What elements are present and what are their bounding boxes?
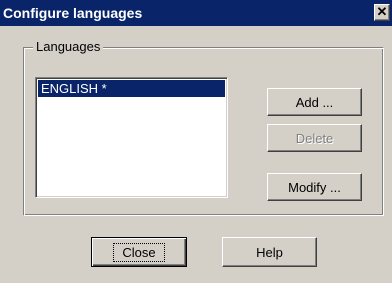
delete-button[interactable]: Delete [267,124,362,152]
add-button[interactable]: Add ... [267,88,362,116]
languages-group-label: Languages [33,40,104,54]
close-button[interactable]: Close [91,237,187,267]
window-title: Configure languages [3,5,143,21]
close-button-label: Close [113,242,165,262]
title-bar[interactable]: Configure languages ✕ [0,0,392,26]
close-icon[interactable]: ✕ [374,4,390,21]
languages-listbox[interactable]: ENGLISH * [35,77,228,198]
modify-button[interactable]: Modify ... [267,173,362,201]
dialog-body: Languages ENGLISH * Add ... Delete Modif… [0,26,392,283]
help-button[interactable]: Help [222,237,317,267]
list-item[interactable]: ENGLISH * [38,80,225,97]
